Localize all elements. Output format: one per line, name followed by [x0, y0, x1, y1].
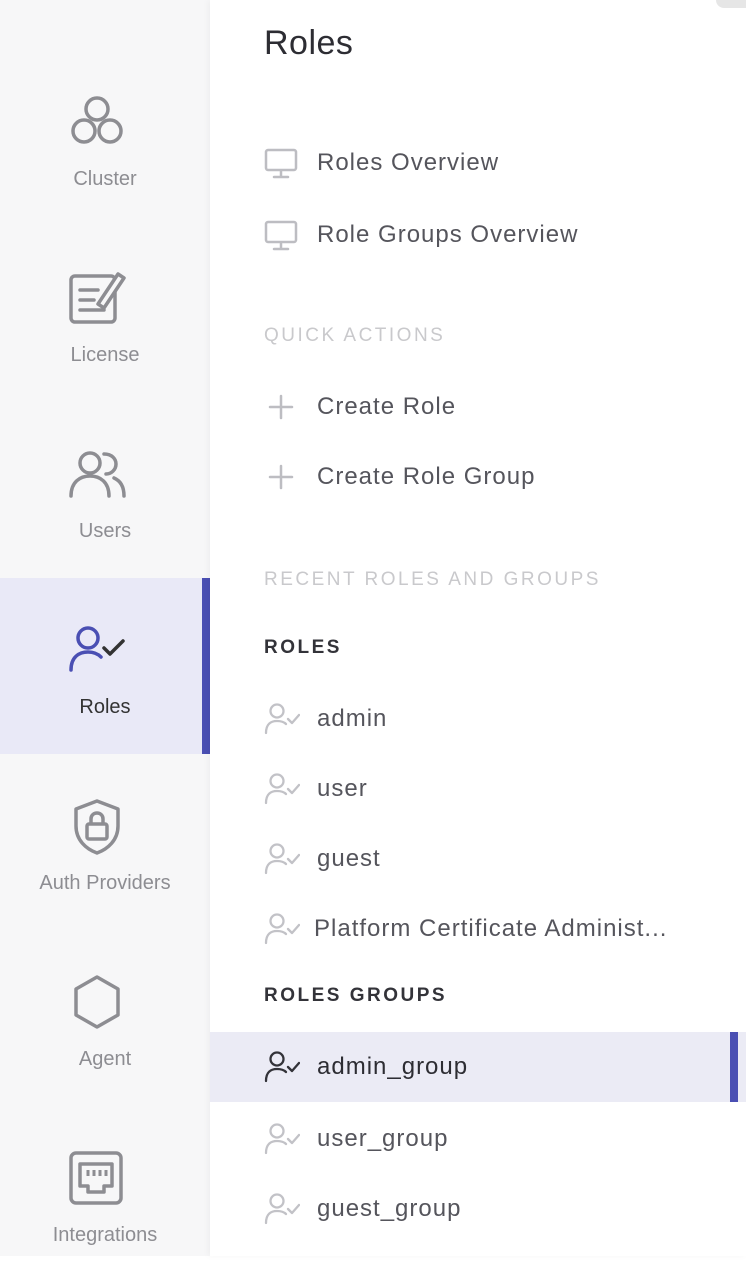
user-check-icon [264, 842, 301, 876]
group-guest-label: guest_group [317, 1195, 462, 1222]
hexagon-icon [72, 974, 122, 1035]
left-nav-rail: Cluster License Users Roles Auth Provide… [0, 0, 210, 1256]
recent-role-group-item[interactable]: admin_group [210, 1032, 746, 1102]
license-icon [68, 268, 126, 331]
rail-label-roles: Roles [79, 696, 131, 718]
role-groups-subheading: ROLES GROUPS [264, 985, 448, 1006]
rail-label-integrations: Integrations [52, 1224, 158, 1246]
plus-icon [264, 390, 298, 424]
roles-overview-link[interactable]: Roles Overview [210, 133, 746, 193]
role-groups-overview-label: Role Groups Overview [317, 221, 579, 248]
recent-role-group-item[interactable]: user_group [210, 1109, 746, 1169]
shield-lock-icon [72, 798, 122, 861]
role-guest-label: guest [317, 845, 381, 872]
recent-role-item[interactable]: guest [210, 829, 746, 889]
recent-role-group-item[interactable]: guest_group [210, 1179, 746, 1239]
rail-item-users[interactable]: Users [0, 392, 210, 568]
ethernet-port-icon [68, 1150, 124, 1211]
create-role-label: Create Role [317, 393, 457, 420]
rail-item-auth-providers[interactable]: Auth Providers [0, 754, 210, 930]
group-user-label: user_group [317, 1125, 449, 1152]
quick-actions-heading: QUICK ACTIONS [264, 325, 446, 346]
rail-item-agent[interactable]: Agent [0, 930, 210, 1106]
role-platform-cert-label: Platform Certificate Administ... [314, 915, 668, 942]
group-admin-label: admin_group [317, 1053, 469, 1080]
recent-role-item[interactable]: admin [210, 689, 746, 749]
role-admin-label: admin [317, 705, 388, 732]
user-check-icon [264, 772, 301, 806]
create-role-button[interactable]: Create Role [210, 377, 746, 437]
rail-label-auth-providers: Auth Providers [39, 872, 171, 894]
rail-label-users: Users [78, 520, 132, 542]
rail-label-license: License [70, 344, 140, 366]
user-check-icon [264, 702, 301, 736]
role-user-label: user [317, 775, 368, 802]
plus-icon [264, 460, 298, 494]
monitor-icon [264, 218, 298, 252]
create-role-group-button[interactable]: Create Role Group [210, 447, 746, 507]
roles-subheading: ROLES [264, 637, 342, 658]
user-check-icon [264, 1050, 301, 1084]
panel-corner-decoration [716, 0, 746, 8]
create-role-group-label: Create Role Group [317, 463, 536, 490]
rail-item-roles[interactable]: Roles [0, 578, 210, 754]
rail-item-license[interactable]: License [0, 216, 210, 392]
roles-panel: Roles Roles Overview Role Groups Overvie… [210, 0, 746, 1256]
recent-roles-heading: RECENT ROLES AND GROUPS [264, 569, 601, 590]
users-icon [68, 448, 128, 505]
user-check-icon [264, 1122, 301, 1156]
user-check-icon [264, 912, 301, 946]
recent-role-item[interactable]: Platform Certificate Administ... [210, 899, 746, 959]
rail-label-agent: Agent [78, 1048, 132, 1070]
role-groups-overview-link[interactable]: Role Groups Overview [210, 205, 746, 265]
roles-overview-label: Roles Overview [317, 149, 500, 176]
cluster-icon [68, 94, 126, 150]
user-check-icon [264, 1192, 301, 1226]
rail-item-cluster[interactable]: Cluster [0, 40, 210, 216]
page-title: Roles [264, 24, 354, 62]
monitor-icon [264, 146, 298, 180]
roles-icon [68, 624, 128, 679]
recent-role-item[interactable]: user [210, 759, 746, 819]
rail-label-cluster: Cluster [73, 168, 137, 190]
